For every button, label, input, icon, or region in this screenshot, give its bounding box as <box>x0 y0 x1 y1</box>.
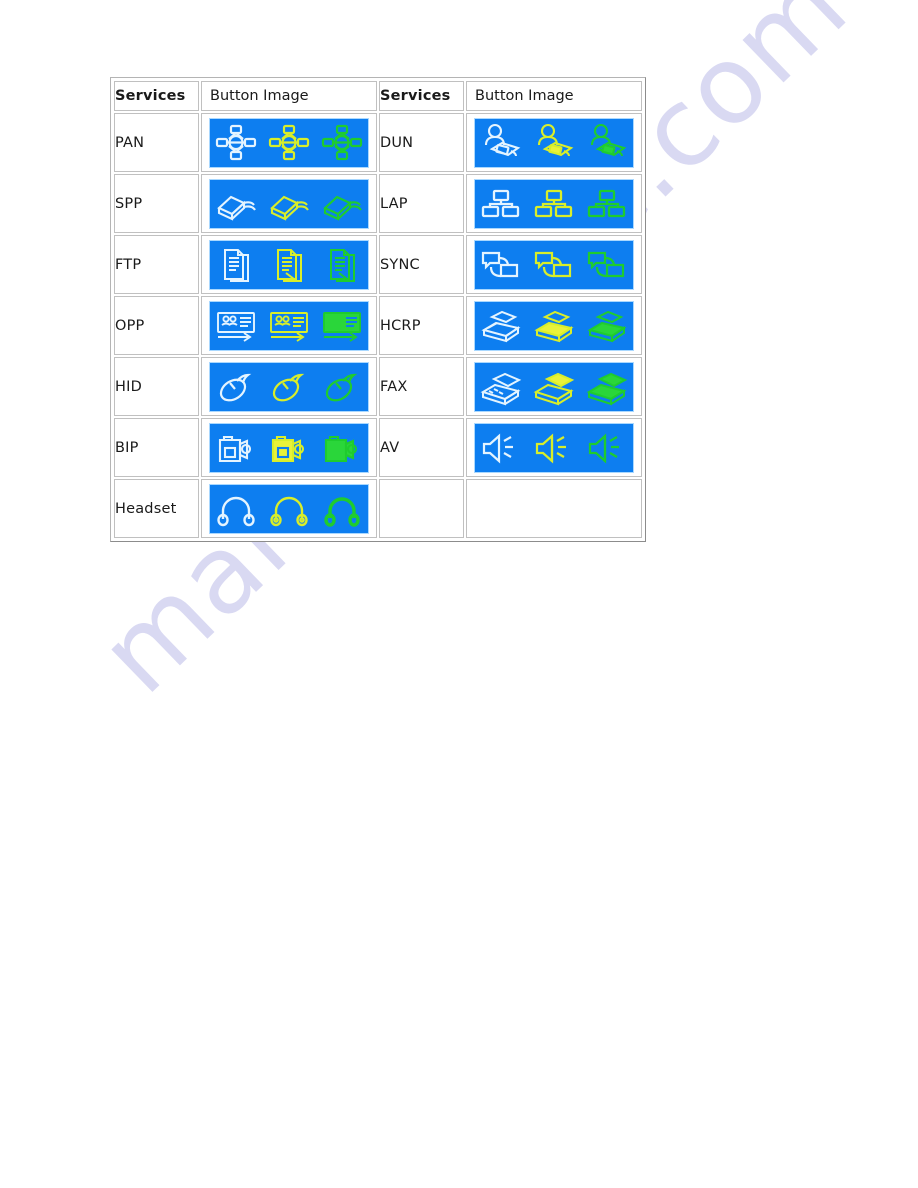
header-button-image-left: Button Image <box>201 81 377 111</box>
table-row: FTP SYNC <box>114 235 642 294</box>
button-image-cell-ftp <box>201 235 377 294</box>
lap-button-strip[interactable] <box>474 178 634 229</box>
hcrp-printer-icon[interactable] <box>584 304 630 348</box>
dun-dialup-networking-icon[interactable] <box>478 121 524 165</box>
pan-network-icon[interactable] <box>213 121 259 165</box>
service-label-fax: FAX <box>379 357 464 416</box>
sync-synchronization-icon[interactable] <box>478 243 524 287</box>
service-label-spp: SPP <box>114 174 199 233</box>
table-header-row: Services Button Image Services Button Im… <box>114 81 642 111</box>
headset-icon[interactable] <box>213 487 259 531</box>
fax-machine-icon[interactable] <box>584 365 630 409</box>
service-label-av: AV <box>379 418 464 477</box>
hid-mouse-icon[interactable] <box>213 365 259 409</box>
headset-icon[interactable] <box>266 487 312 531</box>
lap-lan-access-icon[interactable] <box>531 182 577 226</box>
bip-camera-imaging-icon[interactable] <box>319 426 365 470</box>
service-label-pan: PAN <box>114 113 199 172</box>
ftp-file-transfer-icon[interactable] <box>213 243 259 287</box>
bip-camera-imaging-icon[interactable] <box>213 426 259 470</box>
table-row: PAN DUN <box>114 113 642 172</box>
pan-network-icon[interactable] <box>266 121 312 165</box>
table-row: BIP AV <box>114 418 642 477</box>
pan-network-icon[interactable] <box>319 121 365 165</box>
button-image-cell-hid <box>201 357 377 416</box>
lap-lan-access-icon[interactable] <box>478 182 524 226</box>
button-image-cell-av <box>466 418 642 477</box>
header-button-image-right: Button Image <box>466 81 642 111</box>
service-label-bip: BIP <box>114 418 199 477</box>
hcrp-printer-icon[interactable] <box>531 304 577 348</box>
hid-button-strip[interactable] <box>209 361 369 412</box>
ftp-button-strip[interactable] <box>209 239 369 290</box>
fax-machine-icon[interactable] <box>478 365 524 409</box>
opp-object-push-icon[interactable] <box>266 304 312 348</box>
service-label-dun: DUN <box>379 113 464 172</box>
button-image-cell-hcrp <box>466 296 642 355</box>
opp-object-push-icon[interactable] <box>213 304 259 348</box>
fax-machine-icon[interactable] <box>531 365 577 409</box>
sync-synchronization-icon[interactable] <box>531 243 577 287</box>
dun-dialup-networking-icon[interactable] <box>531 121 577 165</box>
header-services-right: Services <box>379 81 464 111</box>
button-image-cell-headset <box>201 479 377 538</box>
spp-serial-port-icon[interactable] <box>319 182 365 226</box>
button-image-cell-sync <box>466 235 642 294</box>
bip-camera-imaging-icon[interactable] <box>266 426 312 470</box>
av-speaker-icon[interactable] <box>584 426 630 470</box>
table-row: HID FAX <box>114 357 642 416</box>
services-table-container: Services Button Image Services Button Im… <box>110 77 646 542</box>
table-row: Headset <box>114 479 642 538</box>
fax-button-strip[interactable] <box>474 361 634 412</box>
ftp-file-transfer-icon[interactable] <box>266 243 312 287</box>
spp-serial-port-icon[interactable] <box>266 182 312 226</box>
spp-button-strip[interactable] <box>209 178 369 229</box>
button-image-cell-empty <box>466 479 642 538</box>
bip-button-strip[interactable] <box>209 422 369 473</box>
lap-lan-access-icon[interactable] <box>584 182 630 226</box>
button-image-cell-spp <box>201 174 377 233</box>
service-label-sync: SYNC <box>379 235 464 294</box>
dun-dialup-networking-icon[interactable] <box>584 121 630 165</box>
hcrp-button-strip[interactable] <box>474 300 634 351</box>
sync-button-strip[interactable] <box>474 239 634 290</box>
button-image-cell-bip <box>201 418 377 477</box>
service-label-lap: LAP <box>379 174 464 233</box>
opp-object-push-icon[interactable] <box>319 304 365 348</box>
button-image-cell-opp <box>201 296 377 355</box>
opp-button-strip[interactable] <box>209 300 369 351</box>
service-label-empty <box>379 479 464 538</box>
ftp-file-transfer-icon[interactable] <box>319 243 365 287</box>
hid-mouse-icon[interactable] <box>266 365 312 409</box>
headset-icon[interactable] <box>319 487 365 531</box>
bluetooth-services-table: Services Button Image Services Button Im… <box>110 77 646 542</box>
service-label-ftp: FTP <box>114 235 199 294</box>
button-image-cell-dun <box>466 113 642 172</box>
pan-button-strip[interactable] <box>209 117 369 168</box>
service-label-headset: Headset <box>114 479 199 538</box>
header-services-left: Services <box>114 81 199 111</box>
button-image-cell-fax <box>466 357 642 416</box>
button-image-cell-lap <box>466 174 642 233</box>
table-row: SPP LAP <box>114 174 642 233</box>
headset-button-strip[interactable] <box>209 483 369 534</box>
button-image-cell-pan <box>201 113 377 172</box>
dun-button-strip[interactable] <box>474 117 634 168</box>
av-speaker-icon[interactable] <box>531 426 577 470</box>
av-speaker-icon[interactable] <box>478 426 524 470</box>
service-label-opp: OPP <box>114 296 199 355</box>
empty-button-strip <box>474 484 634 534</box>
spp-serial-port-icon[interactable] <box>213 182 259 226</box>
service-label-hid: HID <box>114 357 199 416</box>
service-label-hcrp: HCRP <box>379 296 464 355</box>
av-button-strip[interactable] <box>474 422 634 473</box>
table-row: OPP HCRP <box>114 296 642 355</box>
hcrp-printer-icon[interactable] <box>478 304 524 348</box>
hid-mouse-icon[interactable] <box>319 365 365 409</box>
sync-synchronization-icon[interactable] <box>584 243 630 287</box>
